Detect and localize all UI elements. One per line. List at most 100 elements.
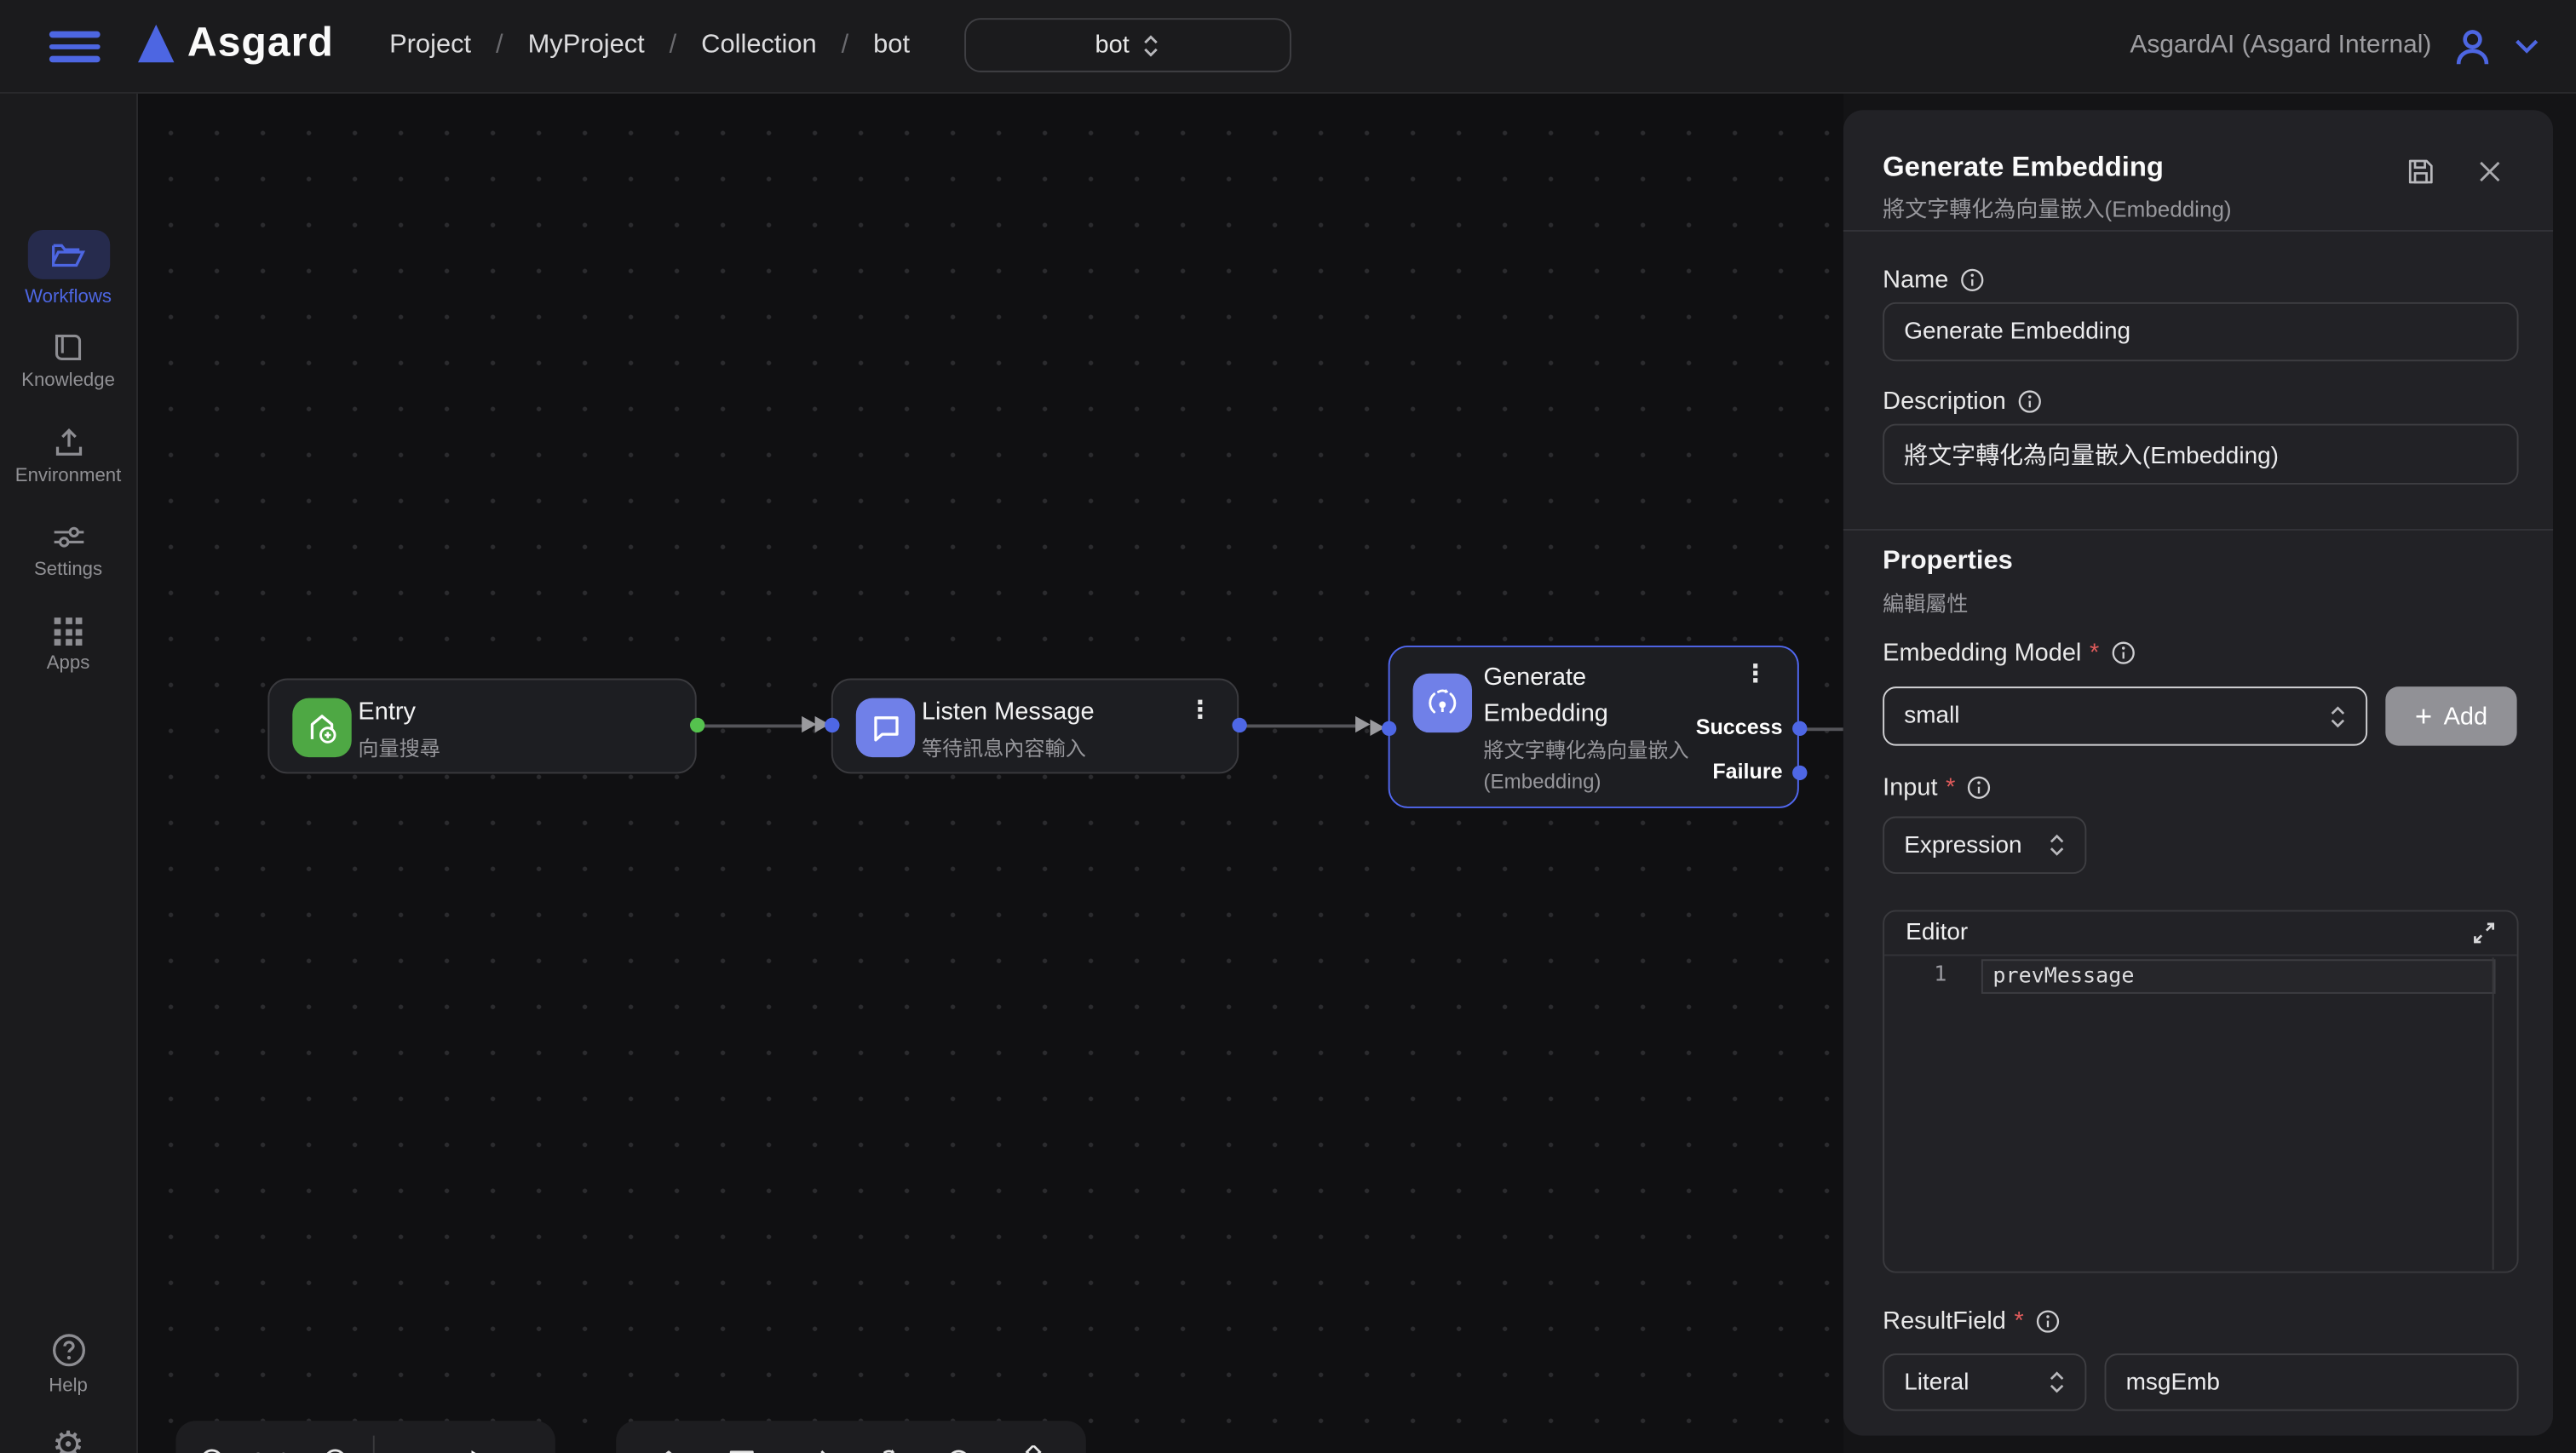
apps-grid-icon [55,617,83,646]
inspector-strip: Generate Embedding 將文字轉化為向量嵌入(Embedding)… [1843,92,2576,1453]
node-entry[interactable]: Entry 向量搜尋 [267,679,696,774]
zoom-level: 94% [240,1449,313,1453]
embedding-model-label: Embedding Model* [1883,639,2136,667]
add-node-button[interactable]: + [394,1441,444,1453]
node-subtitle: 將文字轉化為向量嵌入(Embedding) [1484,736,1701,798]
run-workflow-button[interactable] [453,1450,509,1453]
breadcrumb-separator: / [496,32,503,61]
editor-active-line[interactable]: prevMessage [1981,959,2496,994]
port-generate-failure[interactable] [1791,765,1806,779]
result-value-input[interactable] [2105,1353,2519,1411]
port-generate-in[interactable] [1381,721,1395,735]
save-button[interactable] [2406,158,2435,186]
output-label-success: Success [1696,715,1783,739]
save-icon [2406,158,2435,186]
edge-success-out [1806,727,1843,730]
zoom-in-icon [322,1447,354,1453]
workflow-canvas[interactable]: Entry 向量搜尋 Listen Message 等待訊息內容輸入 ⋮ [136,92,1843,1453]
node-subtitle: 等待訊息內容輸入 [922,734,1095,766]
node-generate-embedding[interactable]: Generate Embedding 將文字轉化為向量嵌入(Embedding)… [1389,646,1799,808]
editor-scrollbar[interactable] [2493,957,2494,1269]
node-title: Entry [358,695,440,731]
panel-subtitle: 將文字轉化為向量嵌入(Embedding) [1883,191,2231,224]
palette-message-button[interactable] [725,1445,760,1453]
info-icon[interactable] [2035,1309,2060,1334]
close-button[interactable] [2477,159,2502,184]
app-header: Asgard Project / MyProject / Collection … [0,0,2576,94]
result-type-select[interactable]: Literal [1883,1353,2086,1411]
info-icon[interactable] [1967,775,1992,800]
logo-triangle-icon [138,25,174,62]
embedding-icon [871,1444,906,1453]
info-icon[interactable] [2017,389,2042,414]
zoom-out-button[interactable] [198,1447,230,1453]
workflow-selector-value: bot [1095,32,1130,60]
required-asterisk: * [2015,1307,2024,1335]
sidebar-item-workspace[interactable]: ⚙ Workspace [0,1427,136,1453]
editor-title: Editor [1906,920,1968,946]
node-inspector-panel: Generate Embedding 將文字轉化為向量嵌入(Embedding)… [1843,110,2553,1435]
kebab-menu-icon[interactable]: ⋮ [1743,663,1768,686]
palette-swap-button[interactable] [796,1446,832,1453]
info-icon[interactable] [1960,267,1985,292]
account-menu[interactable]: AsgardAI (Asgard Internal) [2130,0,2539,92]
plus-icon: + [2415,702,2432,732]
port-entry-out[interactable] [689,718,704,732]
name-input[interactable] [1883,302,2518,361]
logo-text: Asgard [187,20,334,67]
node-title: Listen Message [922,695,1095,731]
description-input[interactable] [1883,424,2518,485]
updown-chevron-icon [2330,704,2346,728]
zoom-in-button[interactable] [322,1447,354,1453]
play-icon [471,1450,492,1453]
user-icon [2451,25,2493,67]
editor-code: prevMessage [1992,964,2134,989]
expand-icon[interactable] [2473,922,2496,945]
info-icon[interactable] [2111,640,2136,665]
updown-chevron-icon [2049,833,2065,858]
port-listen-in[interactable] [824,717,838,732]
upload-icon [52,427,85,458]
required-asterisk: * [1946,773,1955,801]
breadcrumb-collection[interactable]: Collection [701,32,817,61]
help-icon [50,1332,86,1368]
palette-embedding-button[interactable] [871,1444,906,1453]
node-subtitle: 向量搜尋 [358,734,440,766]
input-type-select[interactable]: Expression [1883,817,2086,875]
palette-component-button[interactable] [1015,1444,1050,1453]
menu-icon[interactable] [49,32,101,63]
breadcrumb-bot[interactable]: bot [873,32,910,61]
properties-title: Properties [1883,547,2013,577]
palette-entry-button[interactable] [652,1444,687,1453]
zoom-toolbar: 94% + [175,1421,555,1453]
sidebar-item-apps[interactable]: Apps [0,617,136,674]
sidebar-item-knowledge[interactable]: Knowledge [0,332,136,391]
chevron-down-icon [2514,37,2540,54]
port-listen-out[interactable] [1231,717,1245,732]
sidebar-item-environment[interactable]: Environment [0,427,136,485]
panel-title: Generate Embedding [1883,151,2164,184]
folder-icon [51,240,86,270]
node-listen-message[interactable]: Listen Message 等待訊息內容輸入 ⋮ [831,679,1239,774]
code-editor[interactable]: Editor 1 prevMessage [1883,910,2518,1272]
palette-search-button[interactable] [944,1446,977,1453]
kebab-menu-icon[interactable]: ⋮ [1187,700,1212,723]
resultfield-label: ResultField* [1883,1307,2060,1335]
breadcrumb-myproject[interactable]: MyProject [528,32,645,61]
generate-embedding-node-icon [1424,685,1460,721]
sidebar-item-workflows[interactable]: Workflows [0,230,136,307]
workflow-selector[interactable]: bot [964,18,1291,72]
embedding-model-select[interactable]: small [1883,686,2367,745]
sidebar-item-help[interactable]: Help [0,1332,136,1396]
chat-bubble-icon [725,1445,760,1453]
port-generate-success[interactable] [1791,721,1806,735]
node-palette-toolbar [616,1421,1086,1453]
input-type-value: Expression [1904,832,2021,859]
sidebar-item-settings[interactable]: Settings [0,522,136,580]
breadcrumb-project[interactable]: Project [389,32,471,61]
breadcrumb-separator: / [842,32,849,61]
entry-node-icon [304,709,340,745]
edge-listen-generate [1245,725,1364,727]
book-icon [52,332,85,364]
add-model-button[interactable]: + Add [2385,686,2516,745]
